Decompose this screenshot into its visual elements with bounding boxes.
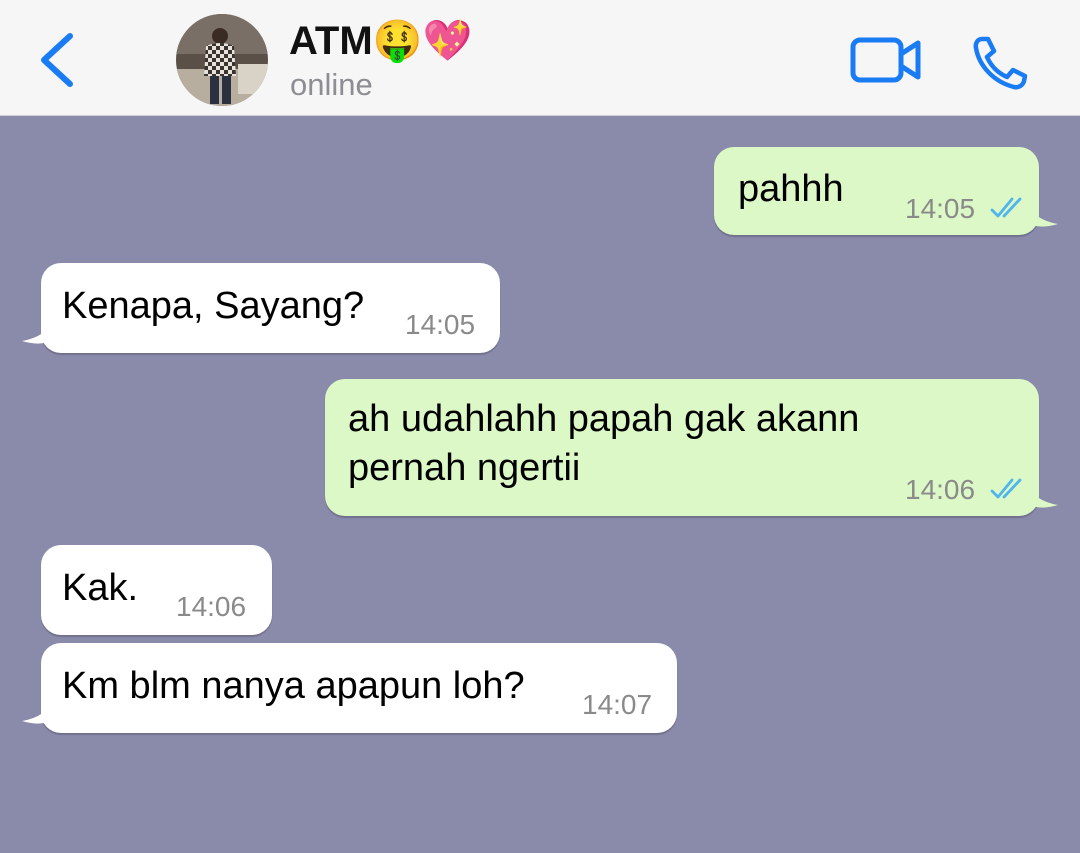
double-check-icon <box>990 197 1022 218</box>
voice-call-button[interactable] <box>970 34 1030 92</box>
double-check-icon <box>990 478 1022 499</box>
message-time: 14:06 <box>176 591 247 622</box>
avatar-photo <box>176 14 268 106</box>
message-bubble-incoming[interactable]: Kak. 14:06 <box>41 545 272 635</box>
message-text: pahhh <box>738 168 844 210</box>
message-time: 14:05 <box>405 309 476 340</box>
video-call-button[interactable] <box>850 36 924 86</box>
message-bubble-incoming[interactable]: Km blm nanya apapun loh? 14:07 <box>41 643 677 733</box>
chat-area[interactable]: pahhh 14:05 Kenapa, Sayang? 14:05 ah uda… <box>0 116 1080 853</box>
message-text-line: pernah ngertii <box>348 447 581 489</box>
message-time: 14:06 <box>905 474 976 505</box>
message-text: Km blm nanya apapun loh? <box>62 665 525 707</box>
video-camera-icon <box>850 37 921 83</box>
back-button[interactable] <box>30 28 90 92</box>
bubble-tail <box>1026 483 1058 508</box>
message-time: 14:07 <box>582 689 653 720</box>
message-text: Kak. <box>62 567 139 609</box>
bubble-tail <box>22 699 54 724</box>
message-bubble-outgoing[interactable]: pahhh 14:05 <box>714 147 1039 235</box>
chevron-left-icon <box>41 33 73 87</box>
contact-avatar[interactable] <box>176 14 268 106</box>
bubble-tail <box>1026 202 1058 227</box>
message-time: 14:05 <box>905 193 976 224</box>
message-bubble-outgoing[interactable]: ah udahlahh papah gak akann pernah ngert… <box>325 379 1039 516</box>
contact-name[interactable]: ATM🤑💖 <box>289 17 472 65</box>
phone-icon <box>973 36 1028 90</box>
message-text-line: ah udahlahh papah gak akann <box>348 398 860 440</box>
chat-header: ATM🤑💖 online <box>0 0 1080 116</box>
message-bubble-incoming[interactable]: Kenapa, Sayang? 14:05 <box>41 263 500 353</box>
bubble-tail <box>22 319 54 344</box>
message-text: Kenapa, Sayang? <box>62 285 365 327</box>
contact-status: online <box>290 67 373 102</box>
